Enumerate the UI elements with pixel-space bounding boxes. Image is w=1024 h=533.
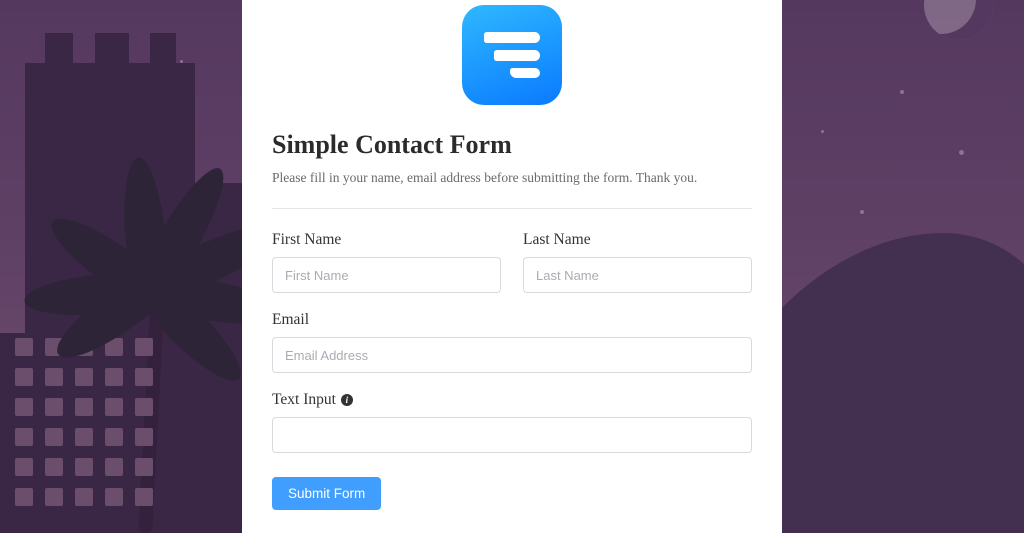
text-input-label: Text Input i [272, 391, 752, 409]
info-icon[interactable]: i [341, 394, 353, 406]
email-input[interactable] [272, 337, 752, 373]
app-logo-icon [462, 5, 562, 105]
email-label: Email [272, 311, 752, 329]
first-name-label: First Name [272, 231, 501, 249]
divider [272, 208, 752, 209]
first-name-input[interactable] [272, 257, 501, 293]
text-input-field[interactable] [272, 417, 752, 453]
form-card: Simple Contact Form Please fill in your … [242, 0, 782, 533]
last-name-label: Last Name [523, 231, 752, 249]
text-input-label-text: Text Input [272, 391, 336, 409]
form-description: Please fill in your name, email address … [272, 170, 752, 186]
form-title: Simple Contact Form [272, 130, 752, 160]
last-name-input[interactable] [523, 257, 752, 293]
submit-button[interactable]: Submit Form [272, 477, 381, 510]
